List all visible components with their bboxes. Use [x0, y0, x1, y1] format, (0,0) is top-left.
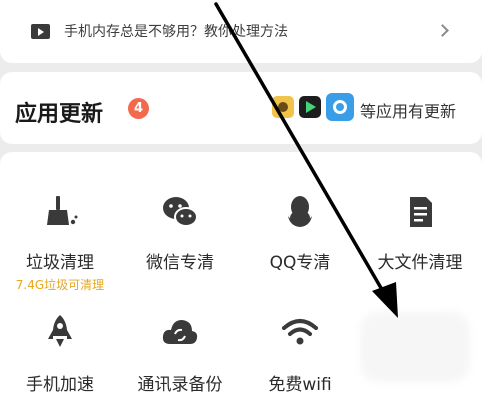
broom-clean-icon: [47, 196, 78, 225]
document-icon: [410, 197, 432, 227]
qq-penguin-icon: [288, 196, 312, 227]
app-update-card[interactable]: 应用更新 4 等应用有更新: [0, 72, 482, 144]
tool-label: 免费wifi: [268, 375, 332, 395]
junk-size-hint: 7.4G垃圾可清理: [15, 278, 105, 292]
tool-label: 微信专清: [146, 253, 214, 273]
rocket-icon: [48, 315, 72, 347]
cloud-sync-icon: [162, 320, 198, 344]
blurred-tool-item: [360, 312, 470, 382]
chevron-right-icon: [436, 24, 449, 37]
tool-label: 大文件清理: [377, 253, 463, 273]
tools-grid: 垃圾清理 7.4G垃圾可清理 微信专清 QQ专清 大文件清理 手机加速 通讯录备…: [0, 152, 482, 395]
wifi-icon: [282, 319, 318, 345]
tool-label: QQ专清: [269, 253, 331, 273]
app-icon-1: [272, 96, 294, 118]
app-update-title: 应用更新: [15, 102, 104, 127]
play-video-icon: [31, 24, 50, 39]
tool-label: 通讯录备份: [137, 375, 223, 395]
tool-label: 垃圾清理: [26, 253, 94, 273]
app-icon-2: [299, 96, 321, 118]
update-count-badge: 4: [128, 98, 149, 119]
wechat-icon: [163, 197, 198, 227]
tip-bar[interactable]: 手机内存总是不够用？教你处理方法: [0, 0, 482, 63]
app-update-text: 等应用有更新: [360, 102, 457, 121]
app-icon-3: [326, 93, 354, 121]
tip-text: 手机内存总是不够用？教你处理方法: [64, 24, 288, 40]
tool-label: 手机加速: [26, 375, 94, 395]
